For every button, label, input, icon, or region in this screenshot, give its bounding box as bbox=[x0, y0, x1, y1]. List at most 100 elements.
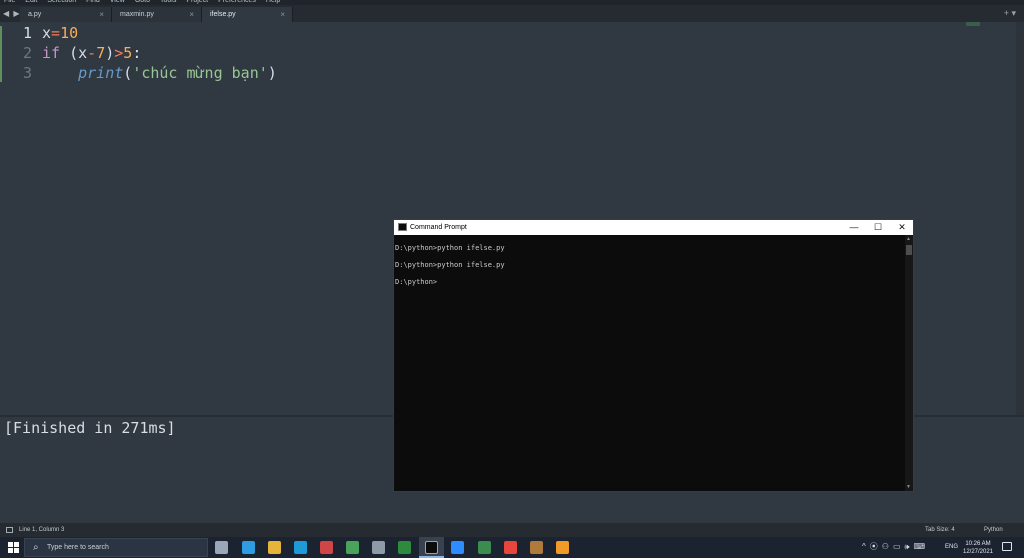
code-token: 7 bbox=[96, 44, 106, 62]
scroll-thumb[interactable] bbox=[906, 245, 912, 255]
cmd-prompt-line: D:\python> bbox=[395, 278, 438, 286]
clock-date: 12/27/2021 bbox=[962, 549, 994, 555]
status-bar: Line 1, Column 3 Tab Size: 4 Python bbox=[0, 523, 1024, 537]
show-hidden-icons-icon[interactable]: ^ bbox=[862, 542, 866, 551]
scroll-down-arrow-icon[interactable]: ▼ bbox=[906, 484, 911, 490]
cmd-title-bar[interactable]: Command Prompt — ☐ ✕ bbox=[394, 220, 913, 235]
tab-size-selector[interactable]: Tab Size: 4 bbox=[925, 527, 955, 533]
keyboard-icon[interactable]: ⌨ bbox=[914, 542, 926, 551]
code-token: (x bbox=[60, 44, 88, 62]
line-number: 2 bbox=[22, 44, 32, 62]
edge-icon[interactable] bbox=[242, 541, 255, 554]
file-explorer-icon[interactable] bbox=[268, 541, 281, 554]
people-icon[interactable]: ⚇ bbox=[882, 542, 889, 551]
tab-ifelse-py[interactable]: ifelse.py × bbox=[202, 7, 293, 22]
chrome-icon[interactable] bbox=[504, 541, 517, 554]
code-token: - bbox=[87, 44, 97, 62]
code-line[interactable]: if (x-7)>5: bbox=[42, 44, 141, 62]
sublime-text-icon[interactable] bbox=[556, 541, 569, 554]
tab-maxmin-py[interactable]: maxmin.py × bbox=[112, 7, 202, 22]
clock-time: 10:26 AM bbox=[965, 541, 991, 547]
menu-item-find[interactable]: Find bbox=[86, 0, 100, 4]
desktop: File Edit Selection Find View Goto Tools Projec… bbox=[0, 0, 1024, 558]
code-token: x bbox=[42, 24, 52, 42]
tab-close-icon[interactable]: × bbox=[280, 10, 285, 19]
tab-nav-arrows-icon[interactable]: ◀ ▶ bbox=[3, 9, 21, 18]
new-tab-icon[interactable]: + ▾ bbox=[1004, 8, 1016, 19]
code-token: print bbox=[78, 64, 124, 82]
system-tray: ^ ⦿ ⚇ ▭ 🕪 ⌨ bbox=[862, 541, 925, 552]
battery-icon[interactable]: ▭ bbox=[893, 542, 901, 551]
code-line[interactable]: x=10 bbox=[42, 24, 78, 42]
code-token: ) bbox=[267, 64, 277, 82]
menu-item-goto[interactable]: Goto bbox=[135, 0, 150, 4]
menu-item-preferences[interactable]: Preferences bbox=[218, 0, 256, 4]
close-icon[interactable]: ✕ bbox=[890, 221, 914, 234]
command-prompt-icon[interactable] bbox=[425, 541, 438, 554]
skype-icon[interactable] bbox=[294, 541, 307, 554]
tab-label: a.py bbox=[28, 11, 42, 18]
menu-item-file[interactable]: File bbox=[4, 0, 15, 4]
code-token: : bbox=[132, 44, 142, 62]
cmd-console[interactable]: D:\python>python ifelse.py D:\python>pyt… bbox=[394, 235, 905, 491]
task-view-icon[interactable] bbox=[215, 541, 228, 554]
tab-label: ifelse.py bbox=[210, 11, 236, 18]
cursor-position: Line 1, Column 3 bbox=[19, 527, 65, 533]
code-line[interactable]: print('chúc mừng bạn') bbox=[42, 64, 277, 82]
app-terminal-icon[interactable] bbox=[478, 541, 491, 554]
menu-item-help[interactable]: Help bbox=[266, 0, 280, 4]
code-token: 5 bbox=[123, 44, 133, 62]
menu-item-edit[interactable]: Edit bbox=[25, 0, 37, 4]
windows-start-icon[interactable] bbox=[8, 542, 19, 553]
code-token: = bbox=[51, 24, 61, 42]
app-green-icon[interactable] bbox=[346, 541, 359, 554]
command-prompt-window[interactable]: Command Prompt — ☐ ✕ D:\python>python if… bbox=[393, 219, 914, 492]
app-box-icon[interactable] bbox=[530, 541, 543, 554]
menu-item-project[interactable]: Project bbox=[186, 0, 208, 4]
code-token: ) bbox=[105, 44, 115, 62]
line-number: 3 bbox=[22, 64, 32, 82]
taskbar-search-box[interactable]: ⌕ Type here to search bbox=[24, 538, 208, 557]
line-gutter: 1 2 3 bbox=[0, 22, 38, 415]
menu-item-view[interactable]: View bbox=[110, 0, 125, 4]
clock[interactable]: 10:26 AM 12/27/2021 bbox=[962, 540, 994, 556]
code-token: 'chúc mừng bạn' bbox=[132, 64, 268, 82]
code-token: ( bbox=[123, 64, 133, 82]
tab-bar: ◀ ▶ a.py × maxmin.py × ifelse.py × + ▾ bbox=[0, 5, 1024, 22]
editor-scrollbar[interactable] bbox=[1016, 22, 1024, 415]
cmd-scrollbar[interactable]: ▲ ▼ bbox=[905, 235, 913, 491]
scroll-up-arrow-icon[interactable]: ▲ bbox=[906, 236, 911, 242]
tab-a-py[interactable]: a.py × bbox=[20, 7, 112, 22]
location-icon[interactable]: ⦿ bbox=[870, 541, 878, 552]
cmd-line: D:\python>python ifelse.py bbox=[395, 244, 505, 252]
search-placeholder: Type here to search bbox=[47, 544, 109, 551]
app-gray-icon[interactable] bbox=[372, 541, 385, 554]
build-output-text: [Finished in 271ms] bbox=[4, 419, 176, 437]
minimize-icon[interactable]: — bbox=[842, 221, 866, 234]
notifications-icon[interactable] bbox=[1002, 542, 1012, 551]
line-number: 1 bbox=[22, 24, 32, 42]
panel-toggle-icon[interactable] bbox=[6, 527, 13, 533]
taskbar: ⌕ Type here to search ^ ⦿ ⚇ ▭ 🕪 ⌨ ENG 10:26 A… bbox=[0, 537, 1024, 558]
menu-item-tools[interactable]: Tools bbox=[160, 0, 176, 4]
search-icon: ⌕ bbox=[33, 542, 39, 553]
code-token: > bbox=[114, 44, 124, 62]
tab-close-icon[interactable]: × bbox=[99, 10, 104, 19]
syntax-selector[interactable]: Python bbox=[984, 527, 1003, 533]
zoom-icon[interactable] bbox=[451, 541, 464, 554]
maximize-icon[interactable]: ☐ bbox=[866, 221, 890, 234]
menu-item-selection[interactable]: Selection bbox=[47, 0, 76, 4]
app-red-icon[interactable] bbox=[320, 541, 333, 554]
tab-close-icon[interactable]: × bbox=[189, 10, 194, 19]
input-language[interactable]: ENG bbox=[945, 544, 958, 550]
cmd-window-icon bbox=[398, 223, 407, 231]
app-green2-icon[interactable] bbox=[398, 541, 411, 554]
minimap[interactable] bbox=[966, 22, 980, 26]
cmd-line: D:\python>python ifelse.py bbox=[395, 261, 505, 269]
volume-icon[interactable]: 🕪 bbox=[905, 542, 910, 552]
tab-label: maxmin.py bbox=[120, 11, 154, 18]
code-token: 10 bbox=[60, 24, 79, 42]
menu-items: File Edit Selection Find View Goto Tools Projec… bbox=[0, 0, 1024, 4]
code-token: if bbox=[42, 44, 61, 62]
